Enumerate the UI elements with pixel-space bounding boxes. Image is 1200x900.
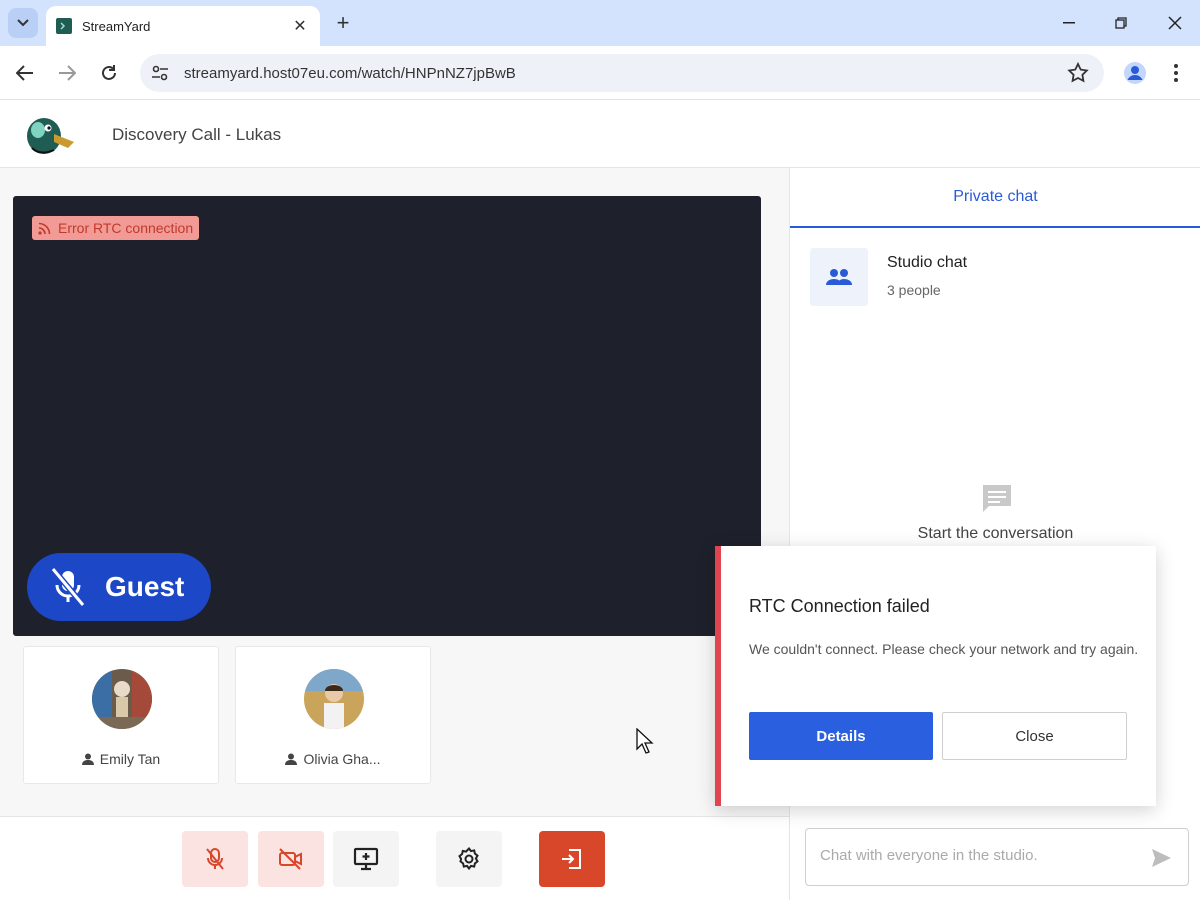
- screen-share-icon: [353, 847, 379, 871]
- guest-label: Guest: [105, 571, 185, 602]
- dialog-message: We couldn't connect. Please check your n…: [749, 641, 1139, 657]
- participant-name-row: Emily Tan: [24, 751, 218, 767]
- tab-private-chat-label: Private chat: [953, 188, 1038, 205]
- studio-chat-item[interactable]: Studio chat 3 people: [810, 248, 1180, 306]
- reload-icon: [102, 65, 116, 80]
- settings-button[interactable]: [436, 831, 502, 887]
- dialog-title: RTC Connection failed: [749, 596, 930, 616]
- chat-name: Studio chat: [887, 254, 968, 271]
- participant-avatar: [92, 669, 152, 729]
- arrow-right-icon: [59, 65, 76, 81]
- browser-tab-bar: StreamYard ✕ +: [0, 0, 1200, 46]
- minimize-button[interactable]: [1046, 8, 1092, 38]
- call-title: Discovery Call - Lukas: [112, 125, 282, 144]
- rtc-error-text: Error RTC connection: [58, 220, 194, 236]
- participant-tile[interactable]: Emily Tan: [23, 646, 219, 784]
- tab-search-button[interactable]: [8, 8, 38, 38]
- mouse-cursor-icon: [636, 728, 654, 754]
- participant-avatar: [304, 669, 364, 729]
- new-tab-button[interactable]: +: [330, 8, 356, 38]
- url-omnibox[interactable]: streamyard.host07eu.com/watch/HNPnNZ7jpB…: [140, 54, 1104, 92]
- site-info-icon[interactable]: [150, 63, 170, 83]
- browser-tab[interactable]: StreamYard ✕: [46, 6, 320, 46]
- person-icon: [285, 753, 298, 765]
- tab-private-chat[interactable]: Private chat: [790, 168, 1200, 228]
- tab-title: StreamYard: [82, 18, 151, 34]
- browser-menu-button[interactable]: [1164, 58, 1188, 88]
- bottom-toolbar: [0, 816, 789, 900]
- chat-input-box: [805, 828, 1189, 886]
- reload-button[interactable]: [94, 58, 124, 88]
- leave-studio-button[interactable]: [539, 831, 605, 887]
- forward-button[interactable]: [52, 58, 82, 88]
- restore-button[interactable]: [1098, 8, 1144, 38]
- duck-logo-icon: [27, 118, 74, 154]
- share-screen-button[interactable]: [333, 831, 399, 887]
- back-button[interactable]: [10, 58, 40, 88]
- group-icon-box: [810, 248, 868, 306]
- bookmark-star-icon[interactable]: [1066, 61, 1090, 85]
- main-video-stage: Error RTC connection Guest: [13, 196, 761, 636]
- empty-chat-text: Start the conversation: [917, 525, 1074, 542]
- profile-avatar-icon: [1124, 62, 1146, 84]
- app-header: Discovery Call - Lukas: [0, 100, 1200, 168]
- close-window-button[interactable]: [1152, 8, 1198, 38]
- rtc-error-badge: Error RTC connection: [32, 216, 200, 240]
- person-icon: [81, 753, 94, 765]
- camera-toggle-button[interactable]: [258, 831, 324, 887]
- tab-close-icon[interactable]: ✕: [290, 16, 310, 36]
- chat-input[interactable]: [820, 847, 1130, 864]
- participant-name: Olivia Gha...: [303, 751, 381, 767]
- camera-off-icon: [279, 848, 302, 870]
- browser-address-bar: streamyard.host07eu.com/watch/HNPnNZ7jpB…: [0, 46, 1200, 100]
- guest-name-pill: Guest: [27, 553, 211, 621]
- streamyard-favicon-icon: [56, 18, 72, 34]
- rtc-error-dialog: RTC Connection failed We couldn't connec…: [715, 546, 1156, 806]
- mic-off-icon: [50, 567, 86, 607]
- send-icon[interactable]: [1150, 847, 1172, 869]
- more-vertical-icon: [1174, 64, 1178, 82]
- exit-icon: [562, 849, 581, 869]
- gear-icon: [458, 847, 479, 871]
- participant-name: Emily Tan: [99, 751, 161, 767]
- close-button[interactable]: Close: [942, 712, 1127, 760]
- chat-member-count: 3 people: [887, 282, 941, 298]
- chat-bubble-icon: [983, 485, 1011, 512]
- participant-tile[interactable]: Olivia Gha...: [235, 646, 431, 784]
- close-icon: [1168, 16, 1182, 30]
- url-text: streamyard.host07eu.com/watch/HNPnNZ7jpB…: [184, 65, 516, 82]
- group-people-icon: [826, 269, 852, 285]
- rss-signal-icon: [38, 222, 51, 235]
- chevron-down-icon: [17, 19, 29, 27]
- details-button[interactable]: Details: [749, 712, 933, 760]
- mute-mic-button[interactable]: [182, 831, 248, 887]
- arrow-left-icon: [16, 65, 33, 81]
- restore-icon: [1115, 17, 1127, 29]
- mic-off-icon: [206, 848, 224, 870]
- profile-button[interactable]: [1120, 58, 1150, 88]
- participant-name-row: Olivia Gha...: [236, 751, 430, 767]
- minimize-icon: [1063, 22, 1075, 24]
